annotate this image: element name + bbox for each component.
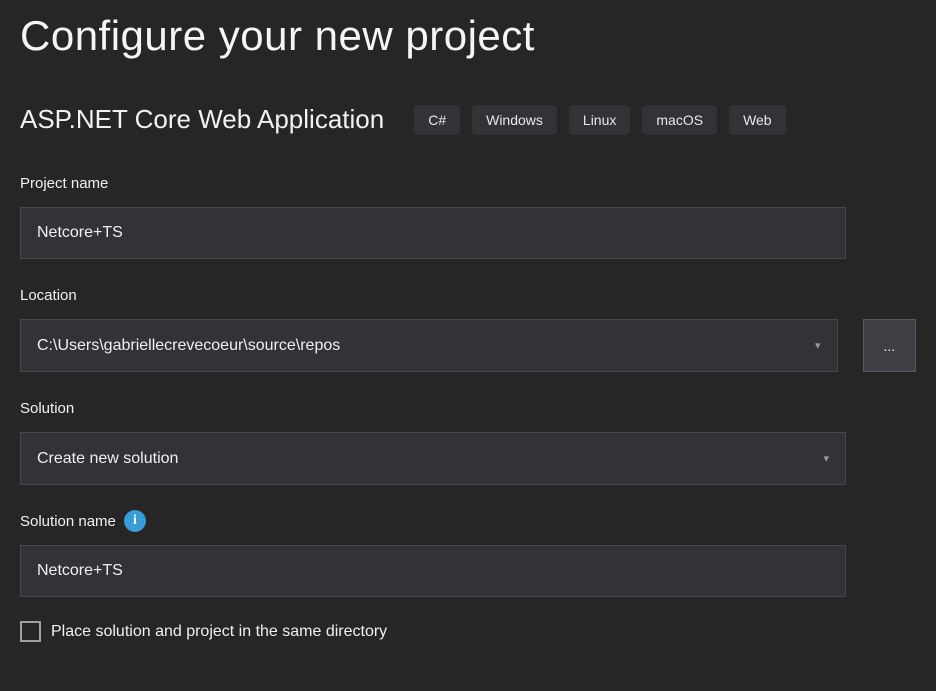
template-row: ASP.NET Core Web Application C# Windows …	[20, 104, 916, 135]
info-icon[interactable]: i	[124, 510, 146, 532]
same-directory-row: Place solution and project in the same d…	[20, 621, 916, 642]
tag-linux: Linux	[569, 105, 630, 135]
solution-label: Solution	[20, 398, 916, 418]
browse-button[interactable]: ...	[863, 319, 916, 372]
tag-web: Web	[729, 105, 786, 135]
project-name-label: Project name	[20, 173, 916, 193]
solution-combobox[interactable]: Create new solution ▾	[20, 432, 846, 485]
location-row: C:\Users\gabriellecrevecoeur\source\repo…	[20, 319, 916, 372]
same-directory-label: Place solution and project in the same d…	[51, 623, 387, 641]
location-value: C:\Users\gabriellecrevecoeur\source\repo…	[37, 337, 803, 355]
same-directory-checkbox[interactable]	[20, 621, 41, 642]
tag-csharp: C#	[414, 105, 460, 135]
page-title: Configure your new project	[20, 8, 916, 64]
solution-row: Create new solution ▾	[20, 432, 916, 485]
location-label: Location	[20, 285, 916, 305]
configure-project-dialog: Configure your new project ASP.NET Core …	[0, 0, 936, 642]
template-tags: C# Windows Linux macOS Web	[414, 105, 785, 135]
solution-name-input[interactable]	[20, 545, 846, 597]
location-combobox[interactable]: C:\Users\gabriellecrevecoeur\source\repo…	[20, 319, 838, 372]
solution-name-label: Solution name i	[20, 511, 916, 531]
tag-macos: macOS	[642, 105, 717, 135]
tag-windows: Windows	[472, 105, 557, 135]
chevron-down-icon[interactable]: ▾	[823, 452, 829, 465]
solution-value: Create new solution	[37, 450, 811, 468]
project-name-input[interactable]	[20, 207, 846, 259]
template-name: ASP.NET Core Web Application	[20, 104, 384, 135]
chevron-down-icon[interactable]: ▾	[815, 339, 821, 352]
